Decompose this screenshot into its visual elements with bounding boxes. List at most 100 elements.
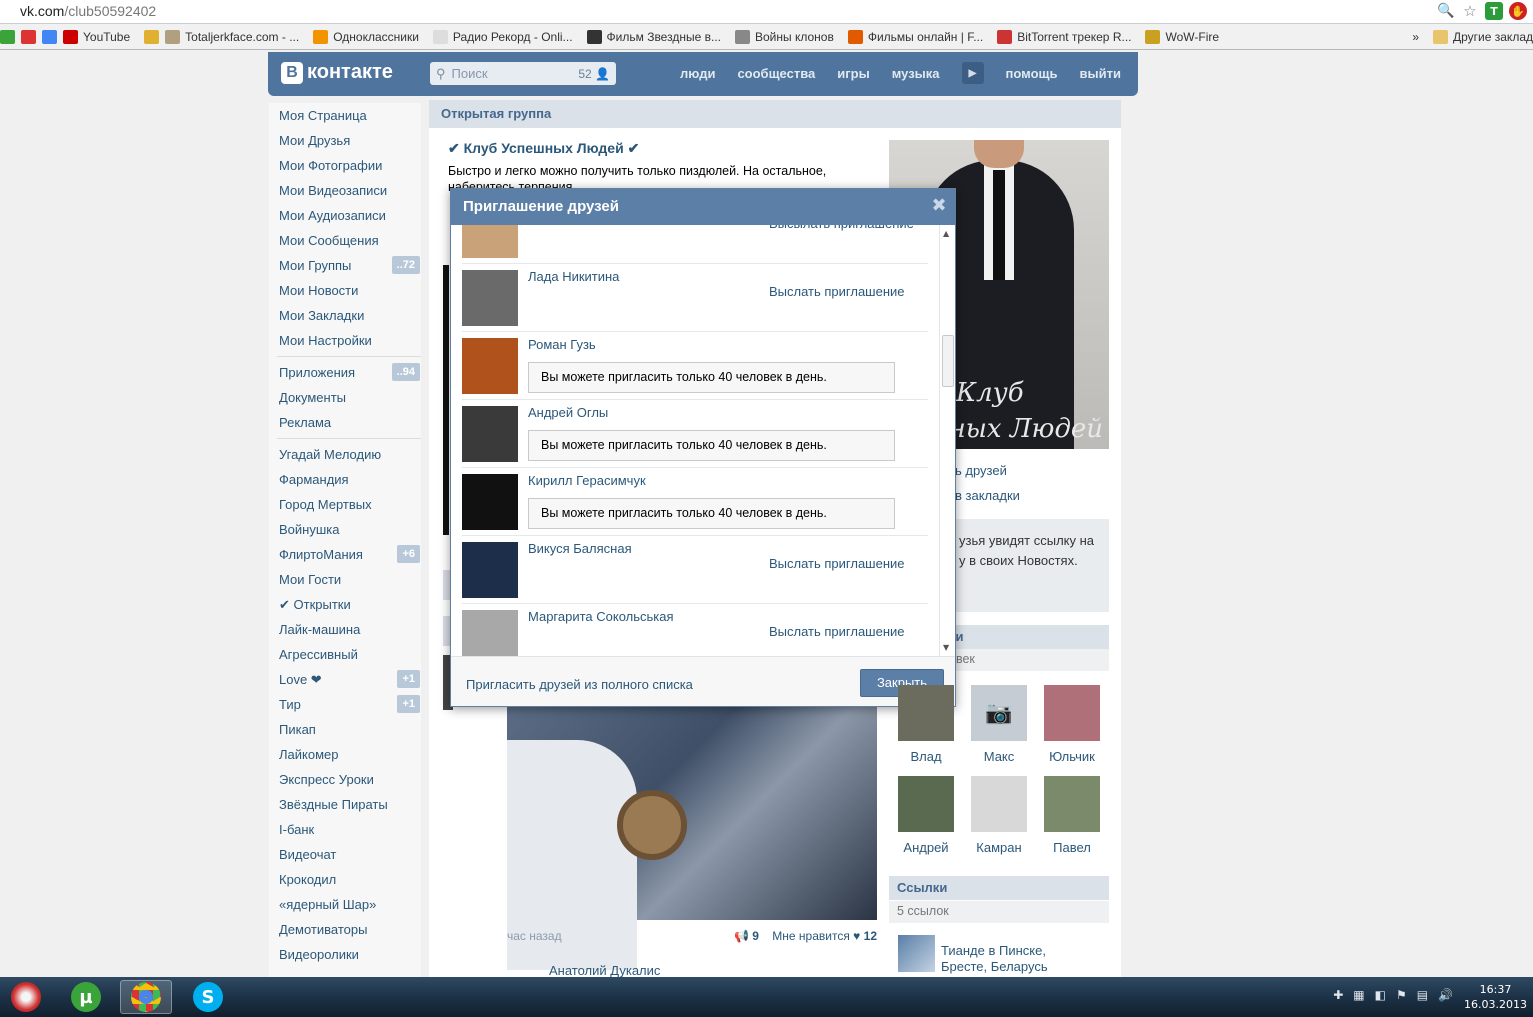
menu-item[interactable]: Видеочат (269, 842, 421, 867)
browser-address-bar[interactable]: vk.com/club50592402 🔍 ☆ T ✋ (0, 0, 1533, 24)
menu-item[interactable]: Экспресс Уроки (269, 767, 421, 792)
tray-network-share-icon[interactable]: ▦ (1353, 988, 1364, 1002)
bookmark-item[interactable]: Фильм Звездные в... (586, 29, 721, 44)
link-thumbnail[interactable] (898, 935, 935, 972)
menu-item[interactable]: Пикап (269, 717, 421, 742)
bookmark-item[interactable]: Фильмы онлайн | F... (847, 29, 983, 44)
friend-name[interactable]: Маргарита Сокольськая (528, 609, 674, 624)
bookmark-item[interactable]: Одноклассники (313, 29, 419, 44)
tray-nvidia-icon[interactable]: ◧ (1375, 988, 1386, 1002)
bookmarks-overflow[interactable]: » (1412, 30, 1419, 44)
friend-name[interactable]: Лада Никитина (528, 269, 619, 284)
other-bookmarks[interactable]: Другие заклад (1433, 29, 1533, 44)
close-icon[interactable]: ✖ (929, 196, 949, 216)
menu-item[interactable]: Мои Новости (269, 278, 421, 303)
scroll-down-icon[interactable]: ▼ (943, 643, 949, 652)
menu-item[interactable]: Демотиваторы (269, 917, 421, 942)
friend-avatar[interactable] (462, 610, 518, 656)
friend-avatar[interactable] (462, 225, 518, 258)
member-card[interactable]: 📷 Макс (969, 685, 1029, 764)
menu-item[interactable]: Мои Фотографии (269, 153, 421, 178)
menu-item[interactable]: Тир +1 (269, 692, 421, 717)
add-bookmarks-link[interactable]: в закладки (955, 488, 1020, 503)
menu-item[interactable]: Мои Видеозаписи (269, 178, 421, 203)
like-label[interactable]: Мне нравится (772, 929, 850, 943)
vk-logo[interactable]: Вконтакте (281, 61, 393, 84)
scroll-up-icon[interactable]: ▲ (943, 229, 949, 238)
bookmark-item[interactable]: WoW-Fire (1145, 29, 1219, 44)
zoom-icon[interactable]: 🔍 (1437, 2, 1455, 20)
friend-name[interactable]: Кирилл Герасимчук (528, 473, 646, 488)
send-invite-link[interactable]: Выслать приглашение (769, 624, 905, 639)
nav-logout[interactable]: выйти (1080, 66, 1121, 84)
bookmark-item[interactable]: YouTube (63, 29, 130, 44)
friend-avatar[interactable] (462, 474, 518, 530)
heart-icon[interactable]: ♥ (853, 929, 860, 943)
link-title[interactable]: Тианде в Пинске, Бресте, Беларусь (941, 943, 1048, 975)
next-post-author[interactable]: Анатолий Дукалис (549, 963, 660, 977)
nav-communities[interactable]: сообщества (737, 66, 815, 84)
volume-icon[interactable]: 🔊 (1438, 988, 1453, 1002)
send-invite-link[interactable]: Выслать приглашение (769, 284, 905, 299)
member-card[interactable]: Камран (969, 776, 1029, 855)
menu-item[interactable]: Звёздные Пираты (269, 792, 421, 817)
menu-item[interactable]: «ядерный Шар» (269, 892, 421, 917)
links-header[interactable]: Ссылки (889, 876, 1109, 900)
nav-games[interactable]: игры (837, 66, 869, 84)
bookmark-item[interactable]: Радио Рекорд - Onli... (432, 29, 573, 44)
utorrent-icon[interactable]: µ (60, 980, 112, 1014)
extension-t-icon[interactable]: T (1485, 2, 1503, 20)
tray-flag-icon[interactable]: ⚑ (1396, 988, 1407, 1002)
menu-item[interactable]: Город Мертвых (269, 492, 421, 517)
bookmark-item[interactable]: Войны клонов (734, 29, 834, 44)
play-icon[interactable]: ▶ (961, 62, 984, 84)
member-card[interactable]: Павел (1042, 776, 1102, 855)
menu-item[interactable]: Мои Сообщения (269, 228, 421, 253)
menu-item[interactable]: Лайкомер (269, 742, 421, 767)
menu-item[interactable]: Угадай Мелодию (269, 442, 421, 467)
menu-item[interactable]: ✔ Открытки (269, 592, 421, 617)
menu-item[interactable]: ФлиртоМания +6 (269, 542, 421, 567)
menu-item[interactable]: Мои Гости (269, 567, 421, 592)
start-button[interactable] (0, 980, 52, 1014)
send-invite-link[interactable]: Высылать приглашение (769, 225, 914, 231)
send-invite-link[interactable]: Выслать приглашение (769, 556, 905, 571)
menu-item[interactable]: Видеоролики (269, 942, 421, 967)
repost-icon[interactable]: 📢 (734, 929, 749, 943)
invite-friends-link[interactable]: ь друзей (955, 463, 1007, 478)
friend-avatar[interactable] (462, 338, 518, 394)
menu-item[interactable]: I-банк (269, 817, 421, 842)
member-card[interactable]: Влад (896, 685, 956, 764)
friend-avatar[interactable] (462, 270, 518, 326)
menu-item[interactable]: Приложения ..94 (269, 360, 421, 385)
member-card[interactable]: Юльчик (1042, 685, 1102, 764)
nav-help[interactable]: помощь (1006, 66, 1058, 84)
menu-item[interactable]: Love ❤ +1 (269, 667, 421, 692)
nav-people[interactable]: люди (680, 66, 715, 84)
bookmark-item[interactable] (42, 29, 57, 44)
friend-name[interactable]: Роман Гузь (528, 337, 596, 352)
menu-item[interactable]: Моя Страница (269, 103, 421, 128)
bookmark-item[interactable] (21, 29, 36, 44)
friend-avatar[interactable] (462, 542, 518, 598)
star-icon[interactable]: ☆ (1461, 2, 1479, 20)
menu-item[interactable]: Документы (269, 385, 421, 410)
bookmark-item[interactable] (0, 29, 15, 44)
invite-full-list-link[interactable]: Пригласить друзей из полного списка (466, 677, 693, 692)
search-input[interactable]: ⚲ Поиск 52 👤 (430, 62, 616, 85)
menu-item[interactable]: Мои Настройки (269, 328, 421, 353)
friend-avatar[interactable] (462, 406, 518, 462)
member-card[interactable]: Андрей (896, 776, 956, 855)
menu-item[interactable]: Мои Группы ..72 (269, 253, 421, 278)
post-time[interactable]: час назад (507, 929, 562, 943)
skype-icon[interactable]: S (182, 980, 234, 1014)
chrome-icon[interactable] (120, 980, 172, 1014)
menu-item[interactable]: Мои Закладки (269, 303, 421, 328)
menu-item[interactable]: Фармандия (269, 467, 421, 492)
scroll-thumb[interactable] (942, 335, 954, 387)
extension-adblock-icon[interactable]: ✋ (1509, 2, 1527, 20)
post-image[interactable] (507, 700, 877, 970)
url-field[interactable]: vk.com/club50592402 (20, 3, 156, 19)
friend-name[interactable]: Викуся Балясная (528, 541, 632, 556)
menu-item[interactable]: Мои Друзья (269, 128, 421, 153)
